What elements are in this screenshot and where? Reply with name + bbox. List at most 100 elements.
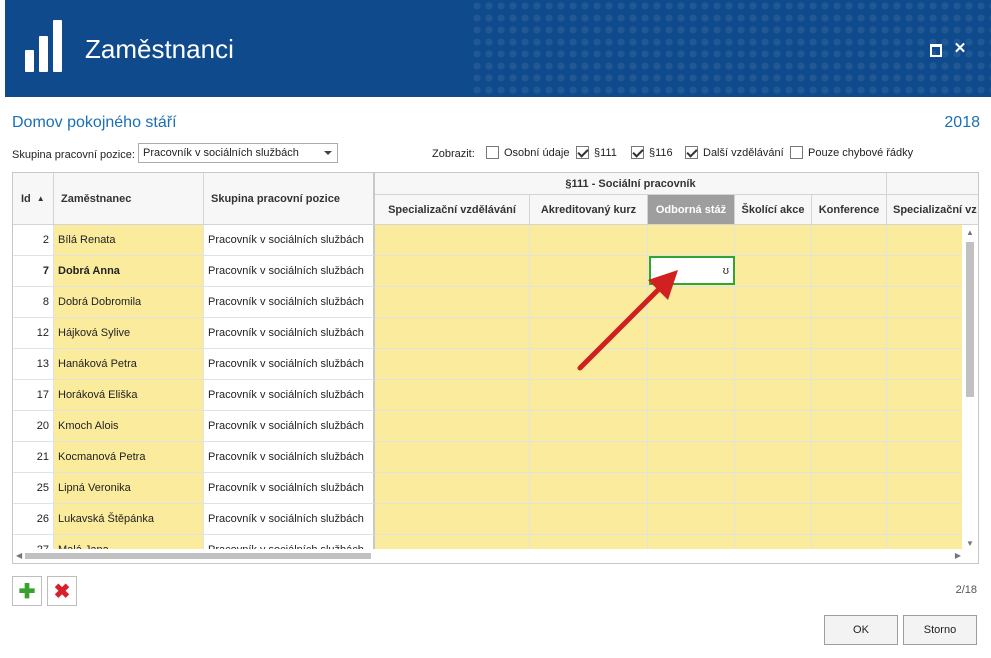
cell-id[interactable]: 21 [13,442,54,473]
cell-training-4[interactable] [812,287,887,318]
cell-training-3[interactable] [735,287,812,318]
cell-training-3[interactable] [735,318,812,349]
cell-group[interactable]: Pracovník v sociálních službách [204,349,375,380]
cell-training-4[interactable] [812,380,887,411]
cell-group[interactable]: Pracovník v sociálních službách [204,318,375,349]
checkbox-box[interactable] [486,146,499,159]
cell-training-5[interactable] [887,225,964,256]
column-header-employee[interactable]: Zaměstnanec [54,173,204,225]
cell-training-3[interactable] [735,256,812,287]
column-header-group[interactable]: Skupina pracovní pozice [204,173,375,225]
cell-employee[interactable]: Hanáková Petra [54,349,204,380]
cell-id[interactable]: 8 [13,287,54,318]
cell-employee[interactable]: Bílá Renata [54,225,204,256]
cell-group[interactable]: Pracovník v sociálních službách [204,442,375,473]
checkbox-personal-data[interactable]: Osobní údaje [486,146,569,159]
scroll-down-icon[interactable]: ▼ [966,539,974,548]
cell-training-0[interactable] [375,411,530,442]
cell-training-4[interactable] [812,318,887,349]
cell-training-2[interactable] [648,473,735,504]
cell-employee[interactable]: Hájková Sylive [54,318,204,349]
scroll-up-icon[interactable]: ▲ [966,228,974,237]
cell-group[interactable]: Pracovník v sociálních službách [204,225,375,256]
checkbox-further-education[interactable]: Další vzdělávání [685,146,784,159]
column-header-internship[interactable]: Odborná stáž [648,195,735,225]
cell-training-4[interactable] [812,442,887,473]
cell-id[interactable]: 25 [13,473,54,504]
cell-training-2[interactable] [648,411,735,442]
cell-training-3[interactable] [735,380,812,411]
column-header-training[interactable]: Školící akce [735,195,812,225]
cell-training-3[interactable] [735,225,812,256]
cell-training-4[interactable] [812,411,887,442]
cell-training-3[interactable] [735,349,812,380]
cell-training-1[interactable] [530,504,648,535]
horizontal-scrollbar[interactable]: ◀ ▶ [13,549,964,563]
cell-training-5[interactable] [887,380,964,411]
cell-training-4[interactable] [812,473,887,504]
cell-training-5[interactable] [887,256,964,287]
cell-training-5[interactable] [887,287,964,318]
scroll-thumb[interactable] [25,553,371,559]
cell-id[interactable]: 20 [13,411,54,442]
cell-employee[interactable]: Dobrá Anna [54,256,204,287]
close-icon[interactable]: ✕ [953,41,967,56]
cell-training-3[interactable] [735,411,812,442]
checkbox-box[interactable] [576,146,589,159]
cell-training-2[interactable] [648,442,735,473]
cell-training-1[interactable] [530,442,648,473]
checkbox-par111[interactable]: §111 [576,146,617,159]
cell-training-5[interactable] [887,411,964,442]
cell-training-2[interactable] [648,504,735,535]
maximize-icon[interactable] [928,42,942,57]
cell-training-0[interactable] [375,287,530,318]
checkbox-par116[interactable]: §116 [631,146,673,159]
cell-training-1[interactable] [530,225,648,256]
checkbox-box[interactable] [685,146,698,159]
position-group-select[interactable]: Pracovník v sociálních službách [138,143,338,163]
cell-training-5[interactable] [887,318,964,349]
cell-training-1[interactable] [530,411,648,442]
cell-training-5[interactable] [887,349,964,380]
cancel-button[interactable]: Storno [903,615,977,645]
column-header-specialization[interactable]: Specializační vzdělávání [375,195,530,225]
cell-group[interactable]: Pracovník v sociálních službách [204,473,375,504]
scroll-thumb[interactable] [966,242,974,397]
cell-training-0[interactable] [375,473,530,504]
cell-training-0[interactable] [375,318,530,349]
cell-training-5[interactable] [887,473,964,504]
cell-group[interactable]: Pracovník v sociálních službách [204,411,375,442]
cell-training-3[interactable] [735,442,812,473]
cell-training-0[interactable] [375,225,530,256]
cell-training-2[interactable] [648,225,735,256]
cell-employee[interactable]: Dobrá Dobromila [54,287,204,318]
checkbox-errors-only[interactable]: Pouze chybové řádky [790,146,913,159]
delete-row-button[interactable]: ✖ [47,576,77,606]
cell-employee[interactable]: Lipná Veronika [54,473,204,504]
cell-id[interactable]: 2 [13,225,54,256]
cell-group[interactable]: Pracovník v sociálních službách [204,380,375,411]
checkbox-box[interactable] [631,146,644,159]
cell-training-1[interactable] [530,473,648,504]
cell-training-0[interactable] [375,380,530,411]
cell-training-0[interactable] [375,349,530,380]
cell-training-3[interactable] [735,504,812,535]
cell-employee[interactable]: Horáková Eliška [54,380,204,411]
cell-group[interactable]: Pracovník v sociálních službách [204,256,375,287]
cell-training-3[interactable] [735,473,812,504]
scroll-right-icon[interactable]: ▶ [955,551,961,560]
cell-id[interactable]: 26 [13,504,54,535]
column-header-conference[interactable]: Konference [812,195,887,225]
column-header-id[interactable]: Id ▲ [13,173,54,225]
cell-training-5[interactable] [887,442,964,473]
cell-id[interactable]: 12 [13,318,54,349]
column-header-accredited-course[interactable]: Akreditovaný kurz [530,195,648,225]
cell-group[interactable]: Pracovník v sociálních službách [204,287,375,318]
cell-employee[interactable]: Lukavská Štěpánka [54,504,204,535]
cell-id[interactable]: 17 [13,380,54,411]
add-row-button[interactable]: ✚ [12,576,42,606]
cell-training-4[interactable] [812,504,887,535]
cell-training-4[interactable] [812,256,887,287]
cell-id[interactable]: 7 [13,256,54,287]
cell-training-4[interactable] [812,349,887,380]
